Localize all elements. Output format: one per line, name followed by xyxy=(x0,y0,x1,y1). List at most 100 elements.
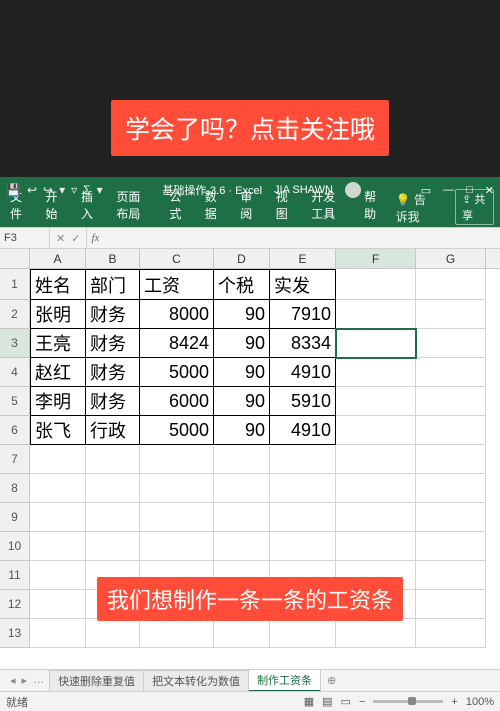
cell-D6[interactable]: 90 xyxy=(214,416,270,445)
cell-B13[interactable] xyxy=(86,619,140,648)
cell-D1[interactable]: 个税 xyxy=(214,269,270,300)
cell-E6[interactable]: 4910 xyxy=(270,416,336,445)
cancel-icon[interactable]: ✕ xyxy=(56,232,65,245)
tab-nav-next-icon[interactable]: ▸ xyxy=(22,674,28,687)
cell-C6[interactable]: 5000 xyxy=(140,416,214,445)
row-header-2[interactable]: 2 xyxy=(0,300,30,329)
cell-A4[interactable]: 赵红 xyxy=(30,358,86,387)
cell-A12[interactable] xyxy=(30,590,86,619)
tab-nav-more-icon[interactable]: … xyxy=(33,674,44,687)
cell-F6[interactable] xyxy=(336,416,416,445)
cell-A8[interactable] xyxy=(30,474,86,503)
sort-icon[interactable]: ▾ xyxy=(59,183,65,197)
zoom-slider[interactable] xyxy=(373,700,443,703)
row-header-1[interactable]: 1 xyxy=(0,269,30,300)
cell-F1[interactable] xyxy=(336,269,416,300)
cell-C3[interactable]: 8424 xyxy=(140,329,214,358)
col-header-A[interactable]: A xyxy=(30,249,86,268)
tab-data[interactable]: 数据 xyxy=(201,185,226,225)
cell-G9[interactable] xyxy=(416,503,486,532)
row-header-9[interactable]: 9 xyxy=(0,503,30,532)
cell-F3[interactable] xyxy=(336,329,416,358)
cell-G11[interactable] xyxy=(416,561,486,590)
row-header-13[interactable]: 13 xyxy=(0,619,30,648)
row-header-6[interactable]: 6 xyxy=(0,416,30,445)
cell-E1[interactable]: 实发 xyxy=(270,269,336,300)
cell-E8[interactable] xyxy=(270,474,336,503)
cell-F8[interactable] xyxy=(336,474,416,503)
zoom-out-icon[interactable]: − xyxy=(359,696,365,708)
cell-E5[interactable]: 5910 xyxy=(270,387,336,416)
cell-E10[interactable] xyxy=(270,532,336,561)
tab-nav-prev-icon[interactable]: ◂ xyxy=(10,674,16,687)
cell-C10[interactable] xyxy=(140,532,214,561)
cell-B6[interactable]: 行政 xyxy=(86,416,140,445)
cell-A11[interactable] xyxy=(30,561,86,590)
col-header-F[interactable]: F xyxy=(336,249,416,268)
cell-F7[interactable] xyxy=(336,445,416,474)
cell-A5[interactable]: 李明 xyxy=(30,387,86,416)
col-header-B[interactable]: B xyxy=(86,249,140,268)
cell-E7[interactable] xyxy=(270,445,336,474)
cell-B1[interactable]: 部门 xyxy=(86,269,140,300)
cell-B2[interactable]: 财务 xyxy=(86,300,140,329)
cell-G13[interactable] xyxy=(416,619,486,648)
col-header-D[interactable]: D xyxy=(214,249,270,268)
cell-A1[interactable]: 姓名 xyxy=(30,269,86,300)
filter-icon[interactable]: ▿ xyxy=(71,183,77,197)
view-normal-icon[interactable]: ▦ xyxy=(304,695,314,708)
cell-G7[interactable] xyxy=(416,445,486,474)
cell-D10[interactable] xyxy=(214,532,270,561)
row-header-4[interactable]: 4 xyxy=(0,358,30,387)
redo-icon[interactable]: ↪ xyxy=(43,183,53,197)
cell-G1[interactable] xyxy=(416,269,486,300)
qat-more-icon[interactable]: ▾ xyxy=(97,183,103,197)
cell-D2[interactable]: 90 xyxy=(214,300,270,329)
cell-C5[interactable]: 6000 xyxy=(140,387,214,416)
col-header-C[interactable]: C xyxy=(140,249,214,268)
share-button[interactable]: ⇪ 共享 xyxy=(455,189,494,225)
cell-G6[interactable] xyxy=(416,416,486,445)
cell-G4[interactable] xyxy=(416,358,486,387)
cell-A10[interactable] xyxy=(30,532,86,561)
undo-icon[interactable]: ↩ xyxy=(27,183,37,197)
row-header-7[interactable]: 7 xyxy=(0,445,30,474)
cell-C8[interactable] xyxy=(140,474,214,503)
name-box[interactable]: F3 xyxy=(0,228,50,248)
cell-E4[interactable]: 4910 xyxy=(270,358,336,387)
cell-G5[interactable] xyxy=(416,387,486,416)
cell-F9[interactable] xyxy=(336,503,416,532)
save-icon[interactable]: 💾 xyxy=(6,183,21,197)
cell-E2[interactable]: 7910 xyxy=(270,300,336,329)
cell-A13[interactable] xyxy=(30,619,86,648)
zoom-level[interactable]: 100% xyxy=(466,696,494,708)
cell-F13[interactable] xyxy=(336,619,416,648)
cell-E13[interactable] xyxy=(270,619,336,648)
cell-A3[interactable]: 王亮 xyxy=(30,329,86,358)
zoom-in-icon[interactable]: + xyxy=(451,696,457,708)
tab-review[interactable]: 审阅 xyxy=(236,185,261,225)
tab-view[interactable]: 视图 xyxy=(272,185,297,225)
cell-B7[interactable] xyxy=(86,445,140,474)
cell-C2[interactable]: 8000 xyxy=(140,300,214,329)
tab-help[interactable]: 帮助 xyxy=(360,185,385,225)
cell-B8[interactable] xyxy=(86,474,140,503)
cell-F2[interactable] xyxy=(336,300,416,329)
cell-E3[interactable]: 8334 xyxy=(270,329,336,358)
cell-A2[interactable]: 张明 xyxy=(30,300,86,329)
cell-F10[interactable] xyxy=(336,532,416,561)
cell-B4[interactable]: 财务 xyxy=(86,358,140,387)
sum-icon[interactable]: Σ xyxy=(83,183,90,197)
row-header-10[interactable]: 10 xyxy=(0,532,30,561)
cell-C13[interactable] xyxy=(140,619,214,648)
enter-icon[interactable]: ✓ xyxy=(71,232,80,245)
cell-C9[interactable] xyxy=(140,503,214,532)
view-break-icon[interactable]: ▭ xyxy=(341,695,351,708)
cell-G8[interactable] xyxy=(416,474,486,503)
cell-D4[interactable]: 90 xyxy=(214,358,270,387)
cell-D3[interactable]: 90 xyxy=(214,329,270,358)
tab-layout[interactable]: 页面布局 xyxy=(112,185,155,225)
row-header-5[interactable]: 5 xyxy=(0,387,30,416)
row-header-11[interactable]: 11 xyxy=(0,561,30,590)
cell-G3[interactable] xyxy=(416,329,486,358)
